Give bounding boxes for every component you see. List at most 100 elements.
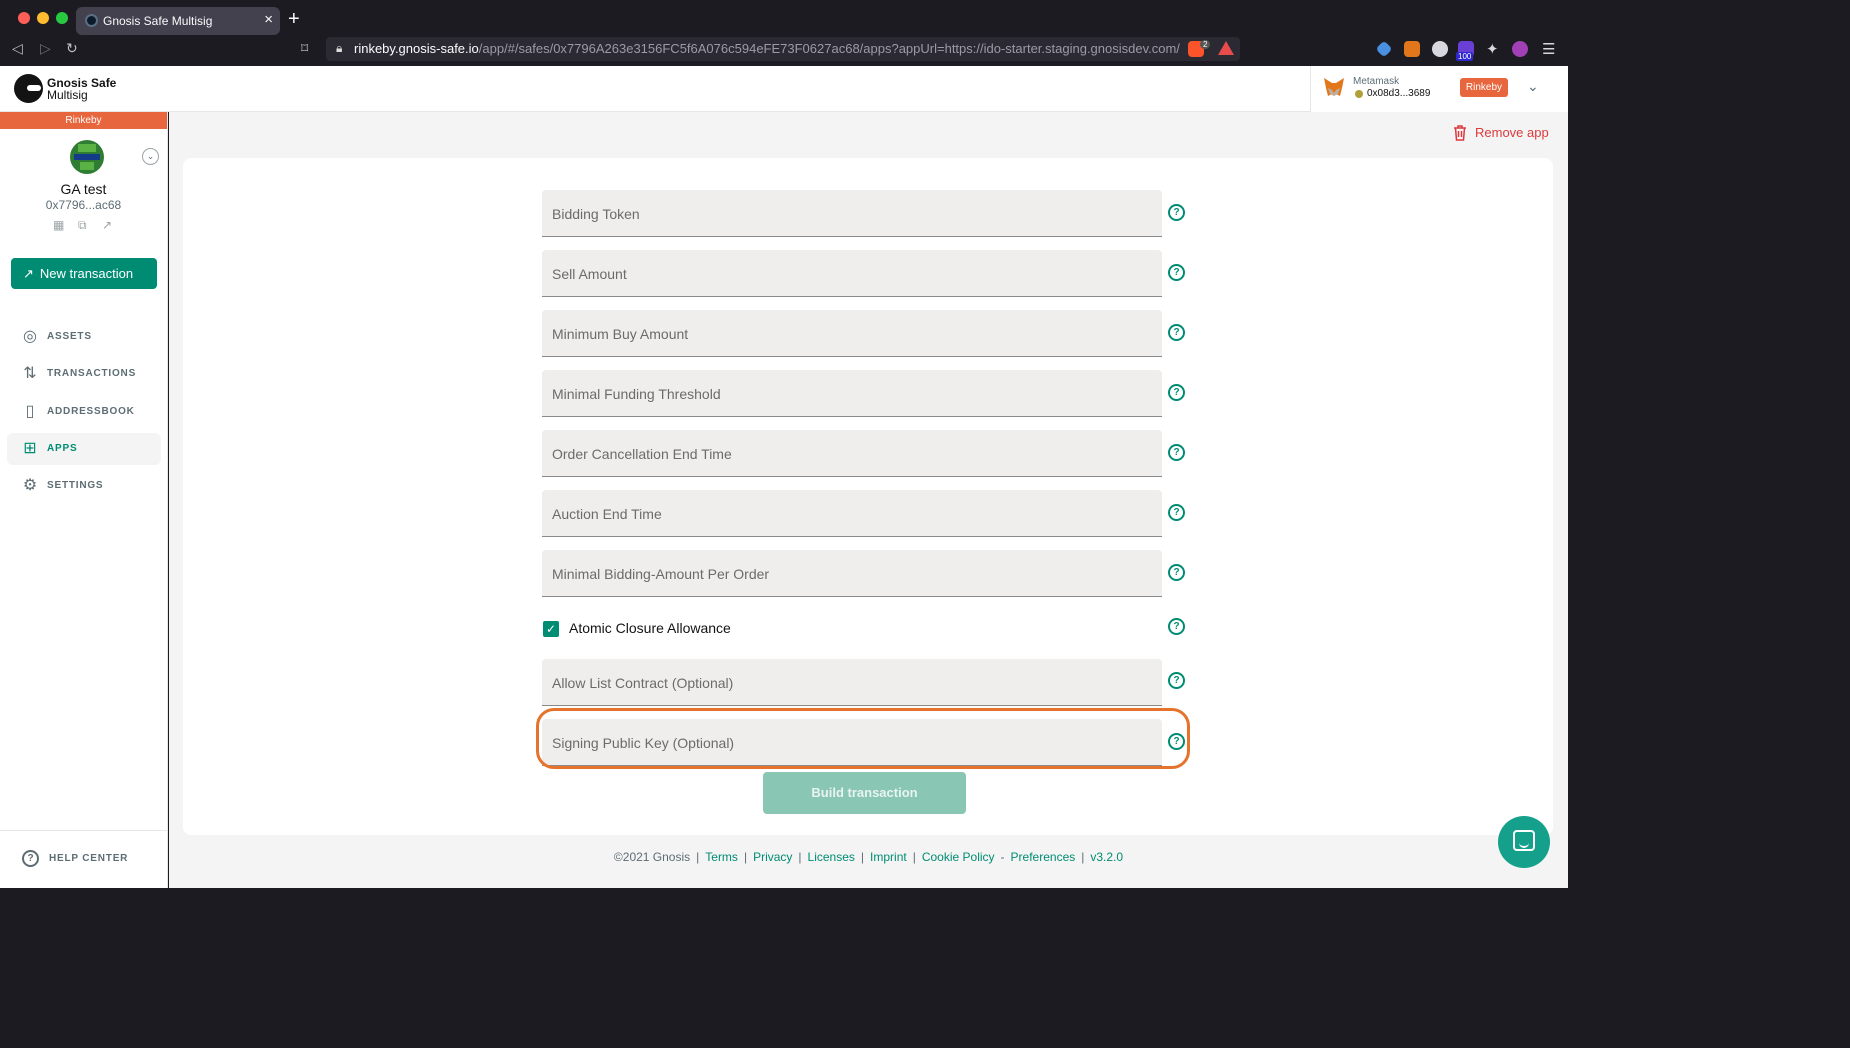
wallet-address: 0x08d3...3689 [1367,88,1431,99]
wallet-connect-panel[interactable]: Metamask 0x08d3...3689 Rinkeby ⌄ [1310,66,1568,112]
safe-address: 0x7796...ac68 [45,198,122,212]
forward-icon[interactable]: ▷ [40,40,51,57]
tab-favicon-icon [85,14,98,27]
order-cancellation-end-time-input[interactable]: Order Cancellation End Time [542,430,1162,477]
footer-version[interactable]: v3.2.0 [1090,850,1123,864]
field-placeholder: Order Cancellation End Time [552,446,732,462]
network-label: Rinkeby [0,112,167,129]
rewards-icon[interactable] [1218,41,1234,55]
footer: ©2021 Gnosis | Terms | Privacy | Licenses | Impr… [613,850,1124,864]
wallet-provider-name: Metamask [1353,76,1400,87]
sidebar-item-settings[interactable]: ⚙︎ SETTINGS [7,470,161,502]
help-icon[interactable]: ? [1168,618,1185,635]
sidebar-item-label: ASSETS [47,331,92,342]
field-placeholder: Auction End Time [552,506,662,522]
wallet-extension-icon[interactable] [1375,40,1393,58]
gnosis-logo-icon[interactable] [14,74,43,103]
bidding-token-input[interactable]: Bidding Token [542,190,1162,237]
new-transaction-label: New transaction [39,266,134,281]
auction-end-time-input[interactable]: Auction End Time [542,490,1162,537]
atomic-closure-checkbox[interactable]: ✓ [543,621,559,637]
reload-icon[interactable]: ↻ [66,40,78,57]
sidebar: Rinkeby ⌄ GA test 0x7796...ac68 ▦ ⧉ ↗ ↗ N… [0,112,168,888]
extensions-icon[interactable]: ✦ [1486,40,1499,58]
footer-link-preferences[interactable]: Preferences [1011,850,1076,864]
browser-tab[interactable]: Gnosis Safe Multisig × [76,7,280,35]
field-placeholder: Allow List Contract (Optional) [552,675,734,691]
sidebar-item-addressbook[interactable]: ▯ ADDRESSBOOK [7,396,161,428]
help-icon[interactable]: ? [1168,264,1185,281]
sidebar-item-label: TRANSACTIONS [47,368,137,379]
minimum-buy-amount-input[interactable]: Minimum Buy Amount [542,310,1162,357]
footer-link-privacy[interactable]: Privacy [753,850,792,864]
sidebar-item-apps[interactable]: ⊞ APPS [7,433,161,465]
build-transaction-button[interactable]: Build transaction [763,772,966,814]
help-icon[interactable]: ? [1168,504,1185,521]
help-icon[interactable]: ? [1168,672,1185,689]
settings-icon: ⚙︎ [22,477,38,494]
metamask-fox-icon [1324,78,1344,96]
help-icon[interactable]: ? [1168,564,1185,581]
safe-name: GA test [60,181,107,197]
field-placeholder: Minimal Funding Threshold [552,386,721,402]
qr-code-icon[interactable]: ▦ [53,218,65,232]
field-placeholder: Bidding Token [552,206,640,222]
sidebar-item-label: ADDRESSBOOK [47,406,135,417]
metamask-extension-icon[interactable] [1404,41,1420,57]
field-placeholder: Minimal Bidding-Amount Per Order [552,566,770,582]
footer-link-terms[interactable]: Terms [705,850,738,864]
chevron-down-icon[interactable]: ⌄ [1527,78,1539,95]
divider [0,830,167,831]
copyright: ©2021 Gnosis [613,850,691,864]
tab-close-icon[interactable]: × [264,11,273,28]
help-icon[interactable]: ? [1168,384,1185,401]
signing-public-key-input[interactable]: Signing Public Key (Optional) [542,719,1162,766]
close-window-icon[interactable] [18,12,30,24]
field-placeholder: Signing Public Key (Optional) [552,735,735,751]
tab-title: Gnosis Safe Multisig [103,14,213,28]
bookmark-icon[interactable]: ⌑ [301,40,308,57]
minimize-window-icon[interactable] [37,12,49,24]
address-bar[interactable]: 🔒︎ rinkeby.gnosis-safe.io/app/#/safes/0x… [326,37,1240,61]
allow-list-contract-input[interactable]: Allow List Contract (Optional) [542,659,1162,706]
app-logo-text[interactable]: Gnosis Safe Multisig [47,77,116,101]
browser-chrome: Gnosis Safe Multisig × + ◁ ▷ ↻ ⌑ 🔒︎ rink… [0,0,1568,66]
privacy-extension-icon[interactable] [1432,41,1448,57]
help-icon[interactable]: ? [1168,324,1185,341]
assets-icon: ◎ [23,328,37,345]
external-link-icon[interactable]: ↗ [102,218,114,232]
wallet-identicon [1355,90,1363,98]
help-icon[interactable]: ? [1168,444,1185,461]
remove-app-label: Remove app [1475,125,1549,140]
maximize-window-icon[interactable] [56,12,68,24]
atomic-closure-label: Atomic Closure Allowance [569,620,731,636]
copy-icon[interactable]: ⧉ [78,218,90,232]
sidebar-item-transactions[interactable]: ⇅ TRANSACTIONS [7,358,161,390]
url-text: rinkeby.gnosis-safe.io/app/#/safes/0x779… [354,41,1180,56]
sidebar-item-label: APPS [47,443,78,454]
sidebar-item-assets[interactable]: ◎ ASSETS [7,321,161,353]
menu-icon[interactable]: ☰ [1542,40,1555,58]
minimal-bidding-amount-input[interactable]: Minimal Bidding-Amount Per Order [542,550,1162,597]
logo-subtitle: Multisig [47,88,88,102]
app-iframe-card: Bidding Token ? Sell Amount ? Minimum Bu… [183,158,1553,835]
back-icon[interactable]: ◁ [12,40,23,57]
new-transaction-button[interactable]: ↗ New transaction [11,258,157,289]
sell-amount-input[interactable]: Sell Amount [542,250,1162,297]
help-center-label: HELP CENTER [49,853,129,864]
footer-link-cookie-policy[interactable]: Cookie Policy [922,850,995,864]
field-placeholder: Sell Amount [552,266,627,282]
chat-support-button[interactable] [1498,816,1550,868]
footer-link-imprint[interactable]: Imprint [870,850,907,864]
new-tab-icon[interactable]: + [288,8,300,31]
profile-icon[interactable] [1512,41,1528,57]
extension-count-badge: 100 [1456,52,1474,61]
help-icon[interactable]: ? [1168,204,1185,221]
addressbook-icon: ▯ [25,403,35,420]
help-icon[interactable]: ? [1168,733,1185,750]
sidebar-item-label: SETTINGS [47,480,104,491]
safe-list-toggle-icon[interactable]: ⌄ [142,148,159,165]
minimal-funding-threshold-input[interactable]: Minimal Funding Threshold [542,370,1162,417]
footer-link-licenses[interactable]: Licenses [808,850,855,864]
apps-icon: ⊞ [23,440,37,457]
